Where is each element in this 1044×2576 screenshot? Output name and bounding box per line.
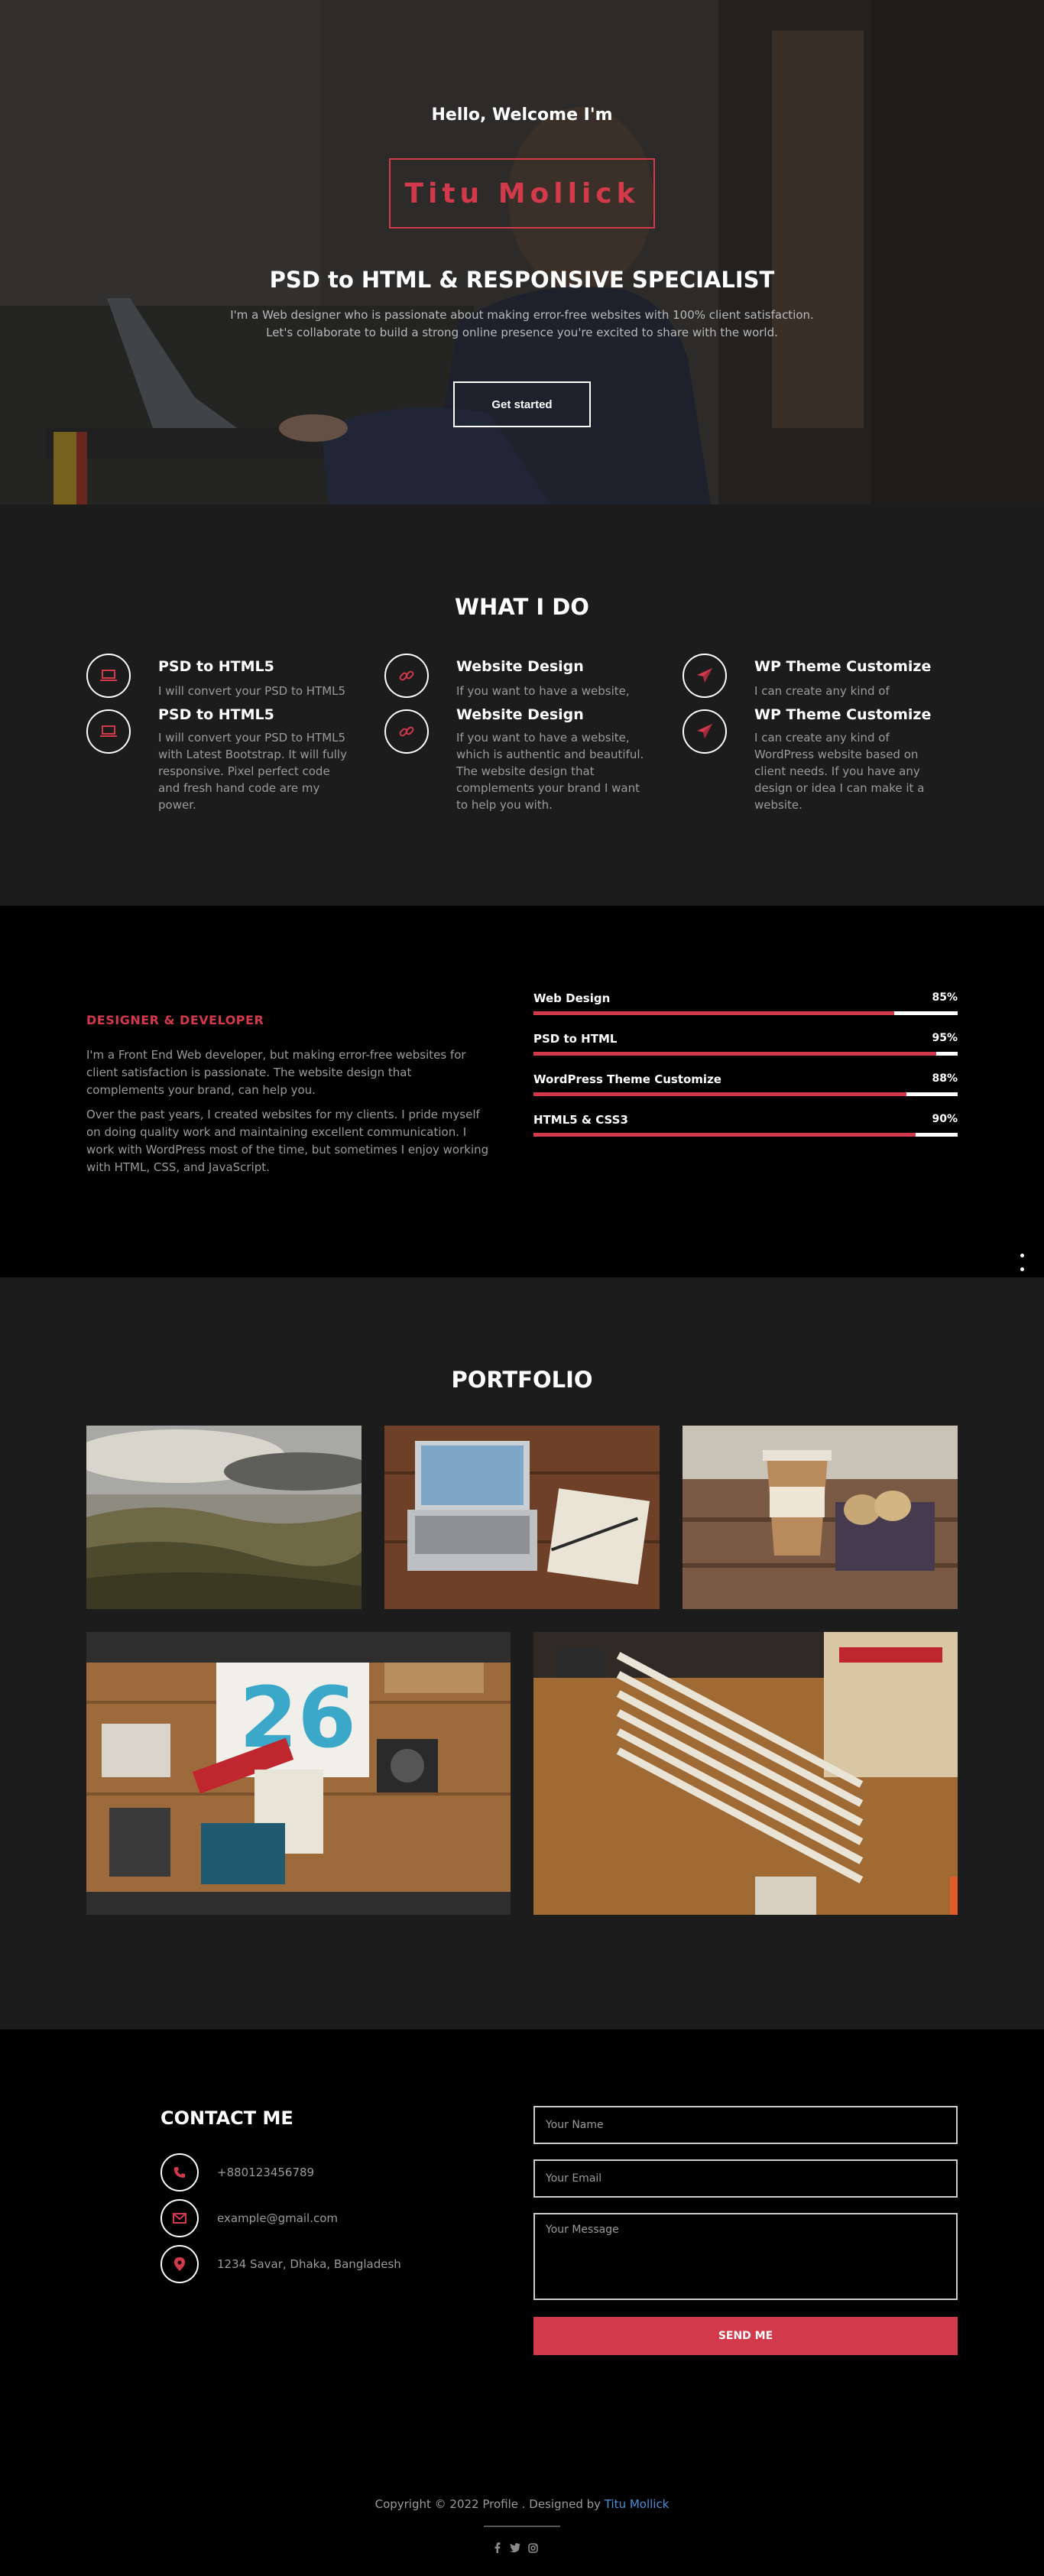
skill-name: PSD to HTML — [533, 1032, 618, 1046]
facebook-icon[interactable] — [490, 2540, 505, 2555]
contact-title: CONTACT ME — [160, 2107, 293, 2129]
email-input[interactable] — [533, 2159, 958, 2198]
send-button[interactable]: SEND ME — [533, 2317, 958, 2355]
hero-title: PSD to HTML & RESPONSIVE SPECIALIST — [269, 267, 775, 293]
nav-dot[interactable] — [1020, 1254, 1024, 1257]
service-title: PSD to HTML5 — [158, 706, 274, 723]
skill-wordpress: WordPress Theme Customize 88% — [533, 1072, 958, 1103]
what-i-do-title: WHAT I DO — [455, 594, 589, 620]
skill-progress-fill — [533, 1092, 907, 1096]
contact-section: CONTACT ME +880123456789 example@gmail.c… — [0, 2029, 1044, 2458]
skill-percent: 88% — [932, 1072, 958, 1085]
link-icon — [384, 654, 429, 698]
contact-phone: +880123456789 — [160, 2153, 466, 2192]
phone-icon — [160, 2153, 199, 2192]
portfolio-item-landscape[interactable] — [86, 1426, 362, 1609]
portfolio-item-pencils[interactable] — [533, 1632, 958, 1915]
contact-email: example@gmail.com — [160, 2199, 466, 2237]
service-title: WP Theme Customize — [754, 706, 932, 723]
hero-name: Titu Mollick — [389, 158, 655, 229]
instagram-icon[interactable] — [525, 2540, 540, 2555]
copyright-text: Copyright © 2022 Profile . Designed by — [374, 2497, 601, 2511]
get-started-button[interactable]: Get started — [453, 381, 591, 427]
skill-progress-bar — [533, 1092, 958, 1096]
portfolio-item-laptop-desk[interactable] — [384, 1426, 660, 1609]
service-card-psd-to-html: PSD to HTML5 I will convert your PSD to … — [86, 706, 347, 816]
nav-dot[interactable] — [1020, 1267, 1024, 1271]
service-title: Website Design — [456, 658, 584, 675]
skill-progress-fill — [533, 1052, 937, 1056]
hero-overlay — [0, 0, 1044, 504]
hero-description: I'm a Web designer who is passionate abo… — [230, 308, 814, 339]
service-card-wp-theme: WP Theme Customize I can create any kind… — [682, 706, 942, 816]
skill-progress-bar — [533, 1011, 958, 1015]
skill-web-design: Web Design 85% — [533, 991, 958, 1022]
twitter-icon[interactable] — [507, 2540, 523, 2555]
skill-progress-fill — [533, 1011, 894, 1015]
skill-name: Web Design — [533, 991, 611, 1005]
service-text: I will convert your PSD to HTML5 with La… — [158, 731, 347, 812]
about-paragraph-1: I'm a Front End Web developer, but makin… — [86, 1048, 466, 1097]
service-card-psd-to-html: PSD to HTML5 I will convert your PSD to … — [86, 654, 346, 702]
hero-greeting: Hello, Welcome I'm — [431, 105, 613, 125]
what-i-do-section: WHAT I DO PSD to HTML5 I will convert yo… — [0, 504, 1044, 906]
copyright: Copyright © 2022 Profile . Designed by T… — [0, 2497, 1044, 2511]
email-text: example@gmail.com — [217, 2211, 339, 2225]
laptop-icon — [86, 709, 131, 754]
skill-percent: 95% — [932, 1032, 958, 1044]
service-title: Website Design — [456, 706, 584, 723]
skill-progress-bar — [533, 1133, 958, 1137]
portfolio-item-coffee-cookies[interactable] — [682, 1426, 958, 1609]
envelope-icon — [160, 2199, 199, 2237]
skill-percent: 85% — [932, 991, 958, 1004]
service-title: PSD to HTML5 — [158, 658, 274, 675]
about-heading: DESIGNER & DEVELOPER — [86, 1013, 264, 1027]
laptop-icon — [86, 654, 131, 698]
skill-html-css: HTML5 & CSS3 90% — [533, 1113, 958, 1144]
location-pin-icon — [160, 2245, 199, 2283]
portfolio-title: PORTFOLIO — [451, 1367, 593, 1393]
service-card-website-design: Website Design If you want to have a web… — [384, 706, 644, 816]
footer-divider — [484, 2526, 560, 2527]
contact-address: 1234 Savar, Dhaka, Bangladesh — [160, 2245, 466, 2283]
hero-section: Hello, Welcome I'm Titu Mollick PSD to H… — [0, 0, 1044, 504]
message-textarea[interactable] — [533, 2213, 958, 2300]
service-text: I can create any kind of WordPress websi… — [754, 731, 925, 812]
service-title: WP Theme Customize — [754, 658, 932, 675]
skill-progress-bar — [533, 1052, 958, 1056]
service-card-website-design: Website Design If you want to have a web… — [384, 654, 644, 702]
skill-progress-fill — [533, 1133, 916, 1137]
service-text: I can create any kind of WordPress websi… — [754, 684, 918, 702]
service-text: If you want to have a website, which is … — [456, 731, 644, 812]
address-text: 1234 Savar, Dhaka, Bangladesh — [217, 2257, 401, 2271]
phone-text: +880123456789 — [217, 2166, 315, 2179]
name-input[interactable] — [533, 2106, 958, 2144]
link-icon — [384, 709, 429, 754]
service-text: If you want to have a website, which is … — [456, 684, 644, 702]
portfolio-item-design-tools[interactable]: 26 — [86, 1632, 511, 1915]
portfolio-section: PORTFOLIO 26 — [0, 1277, 1044, 2029]
designer-link[interactable]: Titu Mollick — [605, 2497, 670, 2511]
service-text: I will convert your PSD to HTML5 with La… — [158, 684, 346, 702]
skill-percent: 90% — [932, 1113, 958, 1125]
skill-psd-to-html: PSD to HTML 95% — [533, 1032, 958, 1063]
service-card-wp-theme: WP Theme Customize I can create any kind… — [682, 654, 942, 702]
footer: Copyright © 2022 Profile . Designed by T… — [0, 2458, 1044, 2576]
about-paragraph-2: Over the past years, I created websites … — [86, 1108, 489, 1174]
paper-plane-icon — [682, 654, 727, 698]
about-section: DESIGNER & DEVELOPER I'm a Front End Web… — [0, 906, 1044, 1277]
skill-name: HTML5 & CSS3 — [533, 1113, 628, 1127]
skill-name: WordPress Theme Customize — [533, 1072, 721, 1086]
paper-plane-icon — [682, 709, 727, 754]
